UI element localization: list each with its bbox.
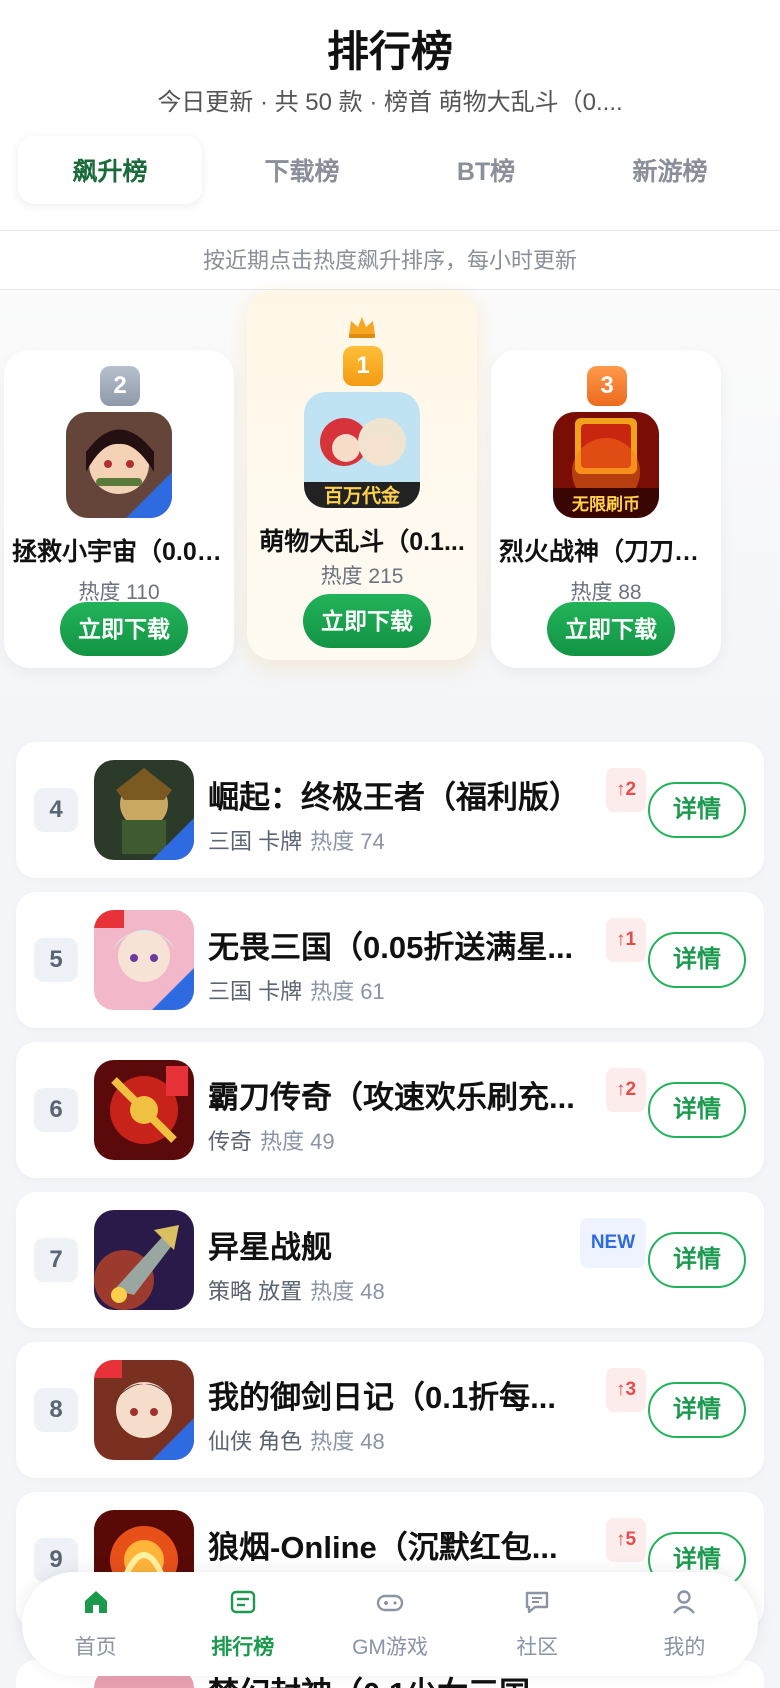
nav-profile[interactable]: 我的 bbox=[611, 1572, 758, 1676]
game-heat: 热度 48 bbox=[310, 1429, 385, 1454]
nav-label: 排行榜 bbox=[211, 1636, 275, 1659]
game-heat: 热度 74 bbox=[310, 829, 385, 854]
trend-badge: ↑1 bbox=[606, 918, 646, 962]
new-badge: NEW bbox=[580, 1218, 646, 1268]
list-item[interactable]: 4 崛起：终极王者（福利版） 三国 卡牌 热度 74 ↑2 详情 bbox=[16, 742, 764, 878]
rank-badge-2: 2 bbox=[100, 366, 140, 406]
home-icon bbox=[81, 1587, 111, 1631]
game-meta: 三国 卡牌 热度 61 bbox=[208, 974, 385, 1006]
detail-button[interactable]: 详情 bbox=[648, 782, 746, 838]
detail-button[interactable]: 详情 bbox=[648, 1382, 746, 1438]
trend-badge: ↑3 bbox=[606, 1368, 646, 1412]
game-icon[interactable]: 无限刷币 bbox=[553, 412, 659, 518]
ranking-page: 排行榜 今日更新 · 共 50 款 · 榜首 萌物大乱斗（0.... 飙升榜 下… bbox=[0, 0, 780, 1688]
podium: 2 拯救小宇宙（0.05... 热度 110 立即下载 1 百万代金 萌物大乱斗… bbox=[0, 290, 780, 726]
game-icon[interactable] bbox=[66, 412, 172, 518]
game-heat: 热度 215 bbox=[320, 565, 404, 588]
tab-bt[interactable]: BT榜 bbox=[394, 136, 578, 204]
nav-label: 社区 bbox=[516, 1636, 559, 1659]
game-meta: 传奇 热度 49 bbox=[208, 1124, 335, 1156]
game-tags: 传奇 bbox=[208, 1129, 253, 1154]
tab-new-games[interactable]: 新游榜 bbox=[578, 136, 762, 204]
game-heat: 热度 48 bbox=[310, 1279, 385, 1304]
game-name: 异星战舰 bbox=[208, 1230, 332, 1265]
ranking-icon bbox=[228, 1587, 258, 1631]
user-icon bbox=[669, 1587, 699, 1631]
list-item[interactable]: 6 霸刀传奇（攻速欢乐刷充... 传奇 热度 49 ↑2 详情 bbox=[16, 1042, 764, 1178]
download-button[interactable]: 立即下载 bbox=[60, 602, 188, 656]
rank-badge-3: 3 bbox=[587, 366, 627, 406]
rank-number: 8 bbox=[34, 1388, 78, 1432]
game-name: 拯救小宇宙（0.05... bbox=[12, 538, 226, 566]
game-name: 霸刀传奇（攻速欢乐刷充... bbox=[208, 1080, 575, 1115]
game-tags: 仙侠 角色 bbox=[208, 1429, 303, 1454]
trend-badge: ↑2 bbox=[606, 1068, 646, 1112]
bottom-nav: 首页 排行榜 GM游戏 社区 我的 bbox=[22, 1572, 758, 1676]
game-tags: 三国 卡牌 bbox=[208, 979, 303, 1004]
ranking-description: 按近期点击热度飙升排序，每小时更新 bbox=[0, 230, 780, 290]
game-icon[interactable] bbox=[94, 760, 194, 860]
page-title: 排行榜 bbox=[326, 28, 453, 75]
icon-caption: 百万代金 bbox=[324, 484, 401, 507]
trend-badge: ↑5 bbox=[606, 1518, 646, 1562]
rank-badge-1: 1 bbox=[343, 346, 383, 386]
podium-card-third[interactable]: 3 无限刷币 烈火战神（刀刀直... 热度 88 立即下载 bbox=[491, 350, 721, 668]
nav-label: 首页 bbox=[74, 1636, 117, 1659]
game-name: 崛起：终极王者（福利版） bbox=[208, 780, 580, 815]
icon-caption: 无限刷币 bbox=[571, 495, 640, 515]
rank-number: 6 bbox=[34, 1088, 78, 1132]
nav-home[interactable]: 首页 bbox=[22, 1572, 169, 1676]
nav-label: 我的 bbox=[663, 1636, 706, 1659]
tab-rising[interactable]: 飙升榜 bbox=[18, 136, 202, 204]
game-icon[interactable] bbox=[94, 1210, 194, 1310]
nav-ranking[interactable]: 排行榜 bbox=[169, 1572, 316, 1676]
nav-gm-games[interactable]: GM游戏 bbox=[316, 1572, 463, 1676]
game-heat: 热度 49 bbox=[260, 1129, 335, 1154]
game-meta: 策略 放置 热度 48 bbox=[208, 1274, 385, 1306]
tab-downloads[interactable]: 下载榜 bbox=[210, 136, 394, 204]
game-name: 我的御剑日记（0.1折每... bbox=[208, 1380, 556, 1415]
rank-number: 4 bbox=[34, 788, 78, 832]
rank-number: 7 bbox=[34, 1238, 78, 1282]
download-button[interactable]: 立即下载 bbox=[303, 594, 431, 648]
game-icon[interactable] bbox=[94, 910, 194, 1010]
tab-bar: 飙升榜 下载榜 BT榜 新游榜 bbox=[18, 136, 762, 204]
game-name: 狼烟-Online（沉默红包... bbox=[208, 1530, 558, 1565]
trend-badge: ↑2 bbox=[606, 768, 646, 812]
game-icon[interactable]: 百万代金 bbox=[304, 392, 420, 508]
game-heat: 热度 61 bbox=[310, 979, 385, 1004]
page-subtitle: 今日更新 · 共 50 款 · 榜首 萌物大乱斗（0.... bbox=[157, 89, 623, 116]
header: 排行榜 今日更新 · 共 50 款 · 榜首 萌物大乱斗（0.... 飙升榜 下… bbox=[0, 0, 780, 230]
chat-icon bbox=[522, 1587, 552, 1631]
game-meta: 仙侠 角色 热度 48 bbox=[208, 1424, 385, 1456]
detail-button[interactable]: 详情 bbox=[648, 1082, 746, 1138]
game-icon[interactable] bbox=[94, 1060, 194, 1160]
list-item[interactable]: 5 无畏三国（0.05折送满星... 三国 卡牌 热度 61 ↑1 详情 bbox=[16, 892, 764, 1028]
podium-card-second[interactable]: 2 拯救小宇宙（0.05... 热度 110 立即下载 bbox=[4, 350, 234, 668]
game-name: 萌物大乱斗（0.1... bbox=[259, 528, 465, 556]
game-tags: 三国 卡牌 bbox=[208, 829, 303, 854]
game-icon[interactable] bbox=[94, 1360, 194, 1460]
podium-card-first[interactable]: 1 百万代金 萌物大乱斗（0.1... 热度 215 立即下载 bbox=[247, 290, 477, 660]
list-item[interactable]: 7 异星战舰 策略 放置 热度 48 NEW 详情 bbox=[16, 1192, 764, 1328]
game-tags: 策略 放置 bbox=[208, 1279, 303, 1304]
list-item[interactable]: 8 我的御剑日记（0.1折每... 仙侠 角色 热度 48 ↑3 详情 bbox=[16, 1342, 764, 1478]
game-meta: 三国 卡牌 热度 74 bbox=[208, 824, 385, 856]
crown-icon bbox=[347, 314, 377, 346]
detail-button[interactable]: 详情 bbox=[648, 932, 746, 988]
rank-number: 5 bbox=[34, 938, 78, 982]
game-name: 无畏三国（0.05折送满星... bbox=[208, 930, 574, 965]
nav-label: GM游戏 bbox=[352, 1636, 428, 1659]
gamepad-icon bbox=[375, 1587, 405, 1631]
game-name: 烈火战神（刀刀直... bbox=[499, 538, 713, 566]
detail-button[interactable]: 详情 bbox=[648, 1232, 746, 1288]
nav-community[interactable]: 社区 bbox=[464, 1572, 611, 1676]
download-button[interactable]: 立即下载 bbox=[547, 602, 675, 656]
